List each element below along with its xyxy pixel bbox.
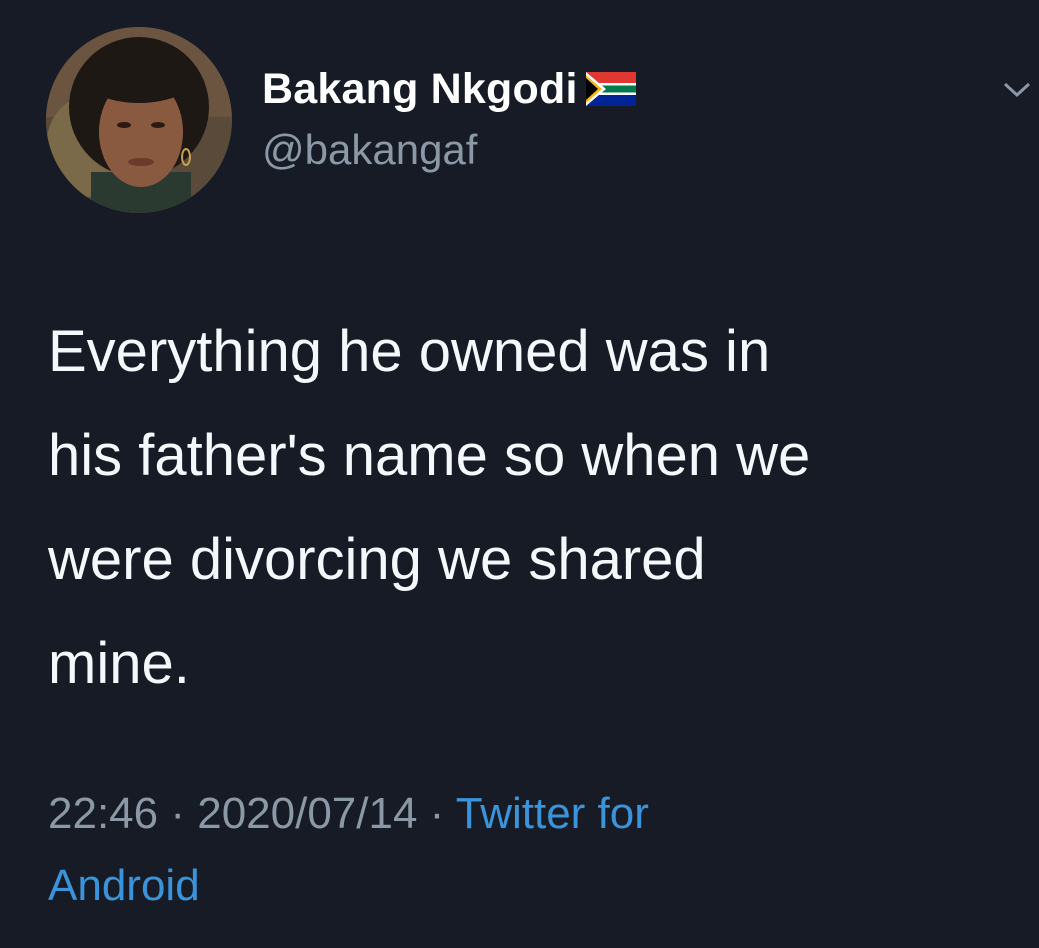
chevron-down-icon[interactable]: [1000, 76, 1034, 102]
tweet-meta: 22:46 · 2020/07/14 · Twitter for Android: [48, 778, 948, 922]
avatar-image: [46, 27, 232, 213]
tweet-text: Everything he owned was in his father's …: [48, 319, 811, 696]
handle[interactable]: @bakangaf: [262, 126, 477, 174]
meta-separator: ·: [158, 789, 198, 838]
avatar[interactable]: [46, 27, 232, 213]
tweet-card: Bakang Nkgodi @bakangaf Everything he ow…: [0, 0, 1039, 948]
tweet-source-line1[interactable]: Twitter for: [456, 789, 649, 838]
meta-separator: ·: [417, 789, 456, 838]
south-africa-flag-icon: [585, 72, 636, 106]
display-name[interactable]: Bakang Nkgodi: [262, 65, 578, 114]
tweet-source-line2[interactable]: Android: [48, 861, 200, 910]
author-name-row: Bakang Nkgodi: [262, 62, 636, 116]
tweet-time[interactable]: 22:46: [48, 789, 158, 838]
tweet-date[interactable]: 2020/07/14: [197, 789, 417, 838]
